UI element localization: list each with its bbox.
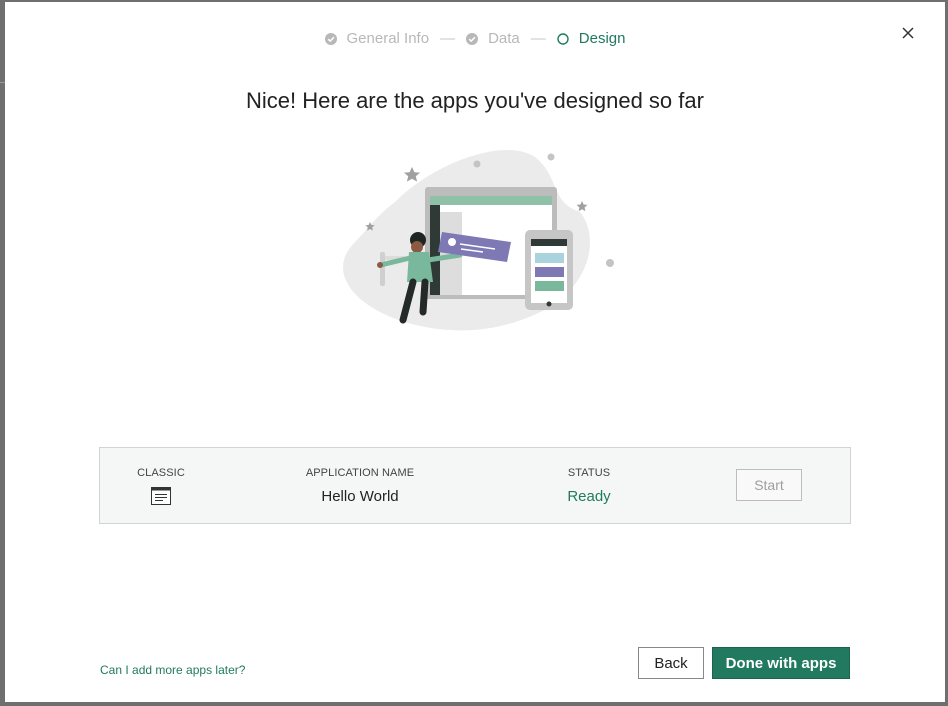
page-title: Nice! Here are the apps you've designed … — [246, 88, 704, 113]
classic-header: CLASSIC — [137, 467, 185, 479]
status-column: STATUS Ready — [539, 448, 639, 505]
check-circle-icon — [466, 32, 479, 45]
wizard-stepper: General Info — Data — Design — [5, 30, 945, 47]
app-design-dialog: General Info — Data — Design Nice! Here … — [5, 2, 945, 702]
step-data: Data — [466, 30, 520, 47]
classic-app-icon — [151, 487, 171, 510]
status-header: STATUS — [567, 467, 611, 479]
star-icon — [404, 167, 420, 182]
application-name-column: APPLICATION NAME Hello World — [280, 448, 440, 505]
back-button[interactable]: Back — [638, 647, 704, 679]
apps-illustration — [343, 149, 614, 331]
step-general-info: General Info — [324, 30, 430, 47]
apps-table: CLASSIC APPLICATION NAME Hello World STA… — [99, 447, 851, 524]
application-name: Hello World — [321, 488, 399, 505]
step-label: Data — [488, 30, 520, 47]
step-separator: — — [530, 30, 546, 47]
check-circle-icon — [324, 32, 337, 45]
done-with-apps-button[interactable]: Done with apps — [712, 647, 850, 679]
step-label: General Info — [346, 30, 430, 47]
step-separator: — — [440, 30, 456, 47]
classic-column: CLASSIC — [126, 448, 196, 510]
application-name-header: APPLICATION NAME — [305, 467, 415, 479]
step-label: Design — [578, 30, 626, 47]
empty-circle-icon — [557, 32, 569, 45]
start-button[interactable]: Start — [736, 469, 802, 501]
add-more-apps-link[interactable]: Can I add more apps later? — [100, 663, 245, 677]
step-design: Design — [557, 30, 626, 47]
star-icon — [576, 201, 588, 212]
status-value: Ready — [567, 488, 611, 505]
